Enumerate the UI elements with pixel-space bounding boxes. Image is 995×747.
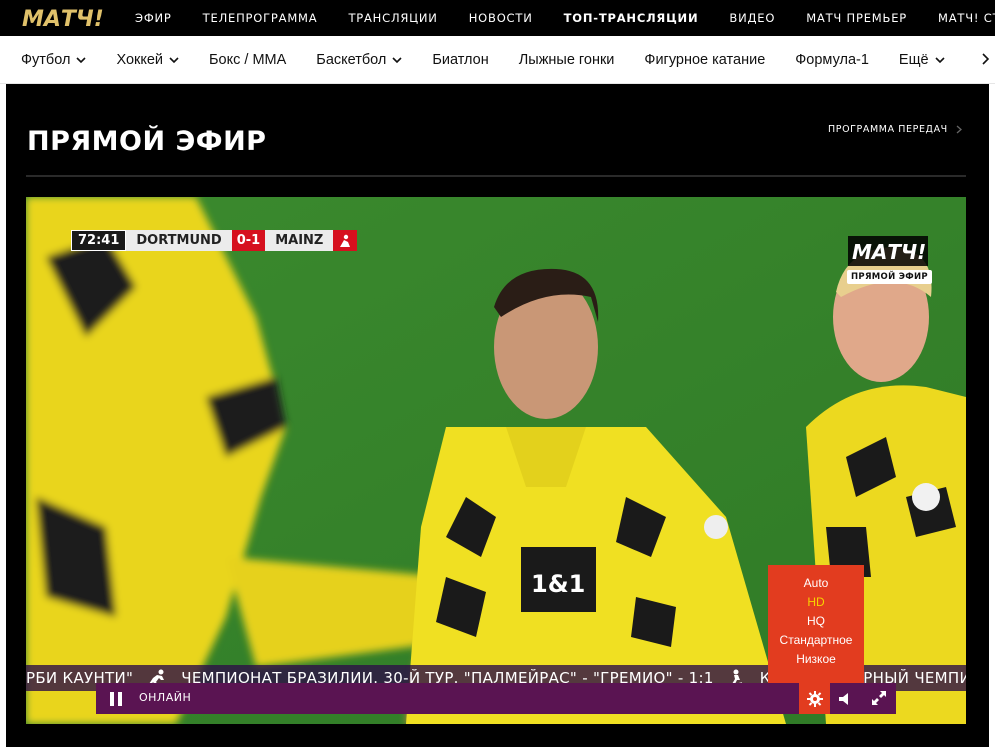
sport-item-label: Баскетбол: [316, 52, 387, 68]
sport-item-label: Биатлон: [432, 52, 489, 68]
top-nav-translyatsii[interactable]: ТРАНСЛЯЦИИ: [348, 11, 437, 25]
away-team: MAINZ: [265, 230, 334, 251]
sport-item-label: Ещё: [898, 52, 929, 68]
chevron-down-icon: [935, 57, 945, 64]
page-title: ПРЯМОЙ ЭФИР: [27, 126, 267, 157]
quality-option-auto[interactable]: Auto: [768, 574, 864, 593]
top-nav-video[interactable]: ВИДЕО: [729, 11, 775, 25]
top-bar: МАТЧ! ЭФИР ТЕЛЕПРОГРАММА ТРАНСЛЯЦИИ НОВО…: [0, 0, 995, 36]
sport-item-label: Лыжные гонки: [518, 52, 615, 68]
live-badge: ПРЯМОЙ ЭФИР: [847, 270, 932, 284]
fullscreen-icon[interactable]: [870, 689, 888, 707]
settings-button[interactable]: [799, 683, 830, 714]
top-nav: ЭФИР ТЕЛЕПРОГРАММА ТРАНСЛЯЦИИ НОВОСТИ ТО…: [135, 0, 995, 36]
top-nav-efir[interactable]: ЭФИР: [135, 11, 172, 25]
sport-item-football[interactable]: Футбол: [21, 52, 87, 68]
sport-nav-bar: Футбол Хоккей Бокс / ММА Баскетбол Биатл…: [0, 36, 995, 84]
match-time: 72:41: [71, 230, 127, 251]
schedule-link-label: ПРОГРАММА ПЕРЕДАЧ: [828, 124, 948, 135]
sport-item-more[interactable]: Ещё: [899, 52, 945, 68]
sport-item-basketball[interactable]: Баскетбол: [316, 52, 402, 68]
sport-item-skiing[interactable]: Лыжные гонки: [519, 52, 615, 68]
schedule-link[interactable]: ПРОГРАММА ПЕРЕДАЧ: [828, 124, 962, 135]
quality-menu: Auto HD HQ Стандартное Низкое: [768, 565, 864, 683]
quality-option-hq[interactable]: HQ: [768, 612, 864, 631]
sport-item-label: Футбол: [21, 52, 71, 68]
sport-item-figure-skating[interactable]: Фигурное катание: [644, 52, 765, 68]
sport-item-formula-1[interactable]: Формула-1: [795, 52, 869, 68]
home-team: DORTMUND: [126, 230, 232, 251]
top-nav-match-strana[interactable]: МАТЧ! СТРАНА: [938, 11, 995, 25]
chevron-down-icon: [76, 57, 87, 64]
volume-icon[interactable]: [836, 690, 854, 708]
top-nav-novosti[interactable]: НОВОСТИ: [469, 11, 533, 25]
quality-option-hd[interactable]: HD: [768, 593, 864, 612]
top-nav-top-translyatsii[interactable]: ТОП-ТРАНСЛЯЦИИ: [564, 11, 699, 25]
chevron-down-icon: [169, 57, 179, 64]
sport-item-boxing-mma[interactable]: Бокс / ММА: [209, 52, 286, 68]
sport-item-label: Фигурное катание: [644, 52, 766, 68]
scorebug: 72:41 DORTMUND 0-1 MAINZ: [71, 230, 358, 251]
match-score: 0-1: [231, 230, 266, 251]
pause-icon[interactable]: [108, 691, 124, 707]
player-controls: ОНЛАЙН: [96, 683, 896, 714]
quality-option-standard[interactable]: Стандартное: [768, 631, 864, 650]
stream-status: ОНЛАЙН: [139, 691, 192, 704]
sport-item-label: Хоккей: [116, 52, 164, 68]
chevron-right-icon: [956, 125, 962, 134]
bundesliga-icon: [333, 230, 358, 251]
svg-text:1&1: 1&1: [531, 570, 585, 598]
gear-icon: [806, 690, 823, 707]
logo-text: МАТЧ!: [22, 7, 104, 31]
top-nav-teleprogramma[interactable]: ТЕЛЕПРОГРАММА: [203, 11, 318, 25]
sport-item-biathlon[interactable]: Биатлон: [432, 52, 488, 68]
divider: [26, 175, 966, 177]
quality-option-low[interactable]: Низкое: [768, 650, 864, 669]
top-nav-match-premier[interactable]: МАТЧ ПРЕМЬЕР: [806, 11, 907, 25]
sport-nav: Футбол Хоккей Бокс / ММА Баскетбол Биатл…: [21, 36, 975, 84]
channel-logo-text: МАТЧ!: [852, 240, 926, 264]
sport-item-label: Бокс / ММА: [209, 52, 287, 68]
sport-item-label: Формула-1: [795, 52, 869, 68]
sport-item-hockey[interactable]: Хоккей: [116, 52, 179, 68]
chevron-down-icon: [392, 57, 402, 64]
chevron-right-icon[interactable]: [979, 53, 991, 65]
match-logo[interactable]: МАТЧ!: [20, 5, 104, 31]
